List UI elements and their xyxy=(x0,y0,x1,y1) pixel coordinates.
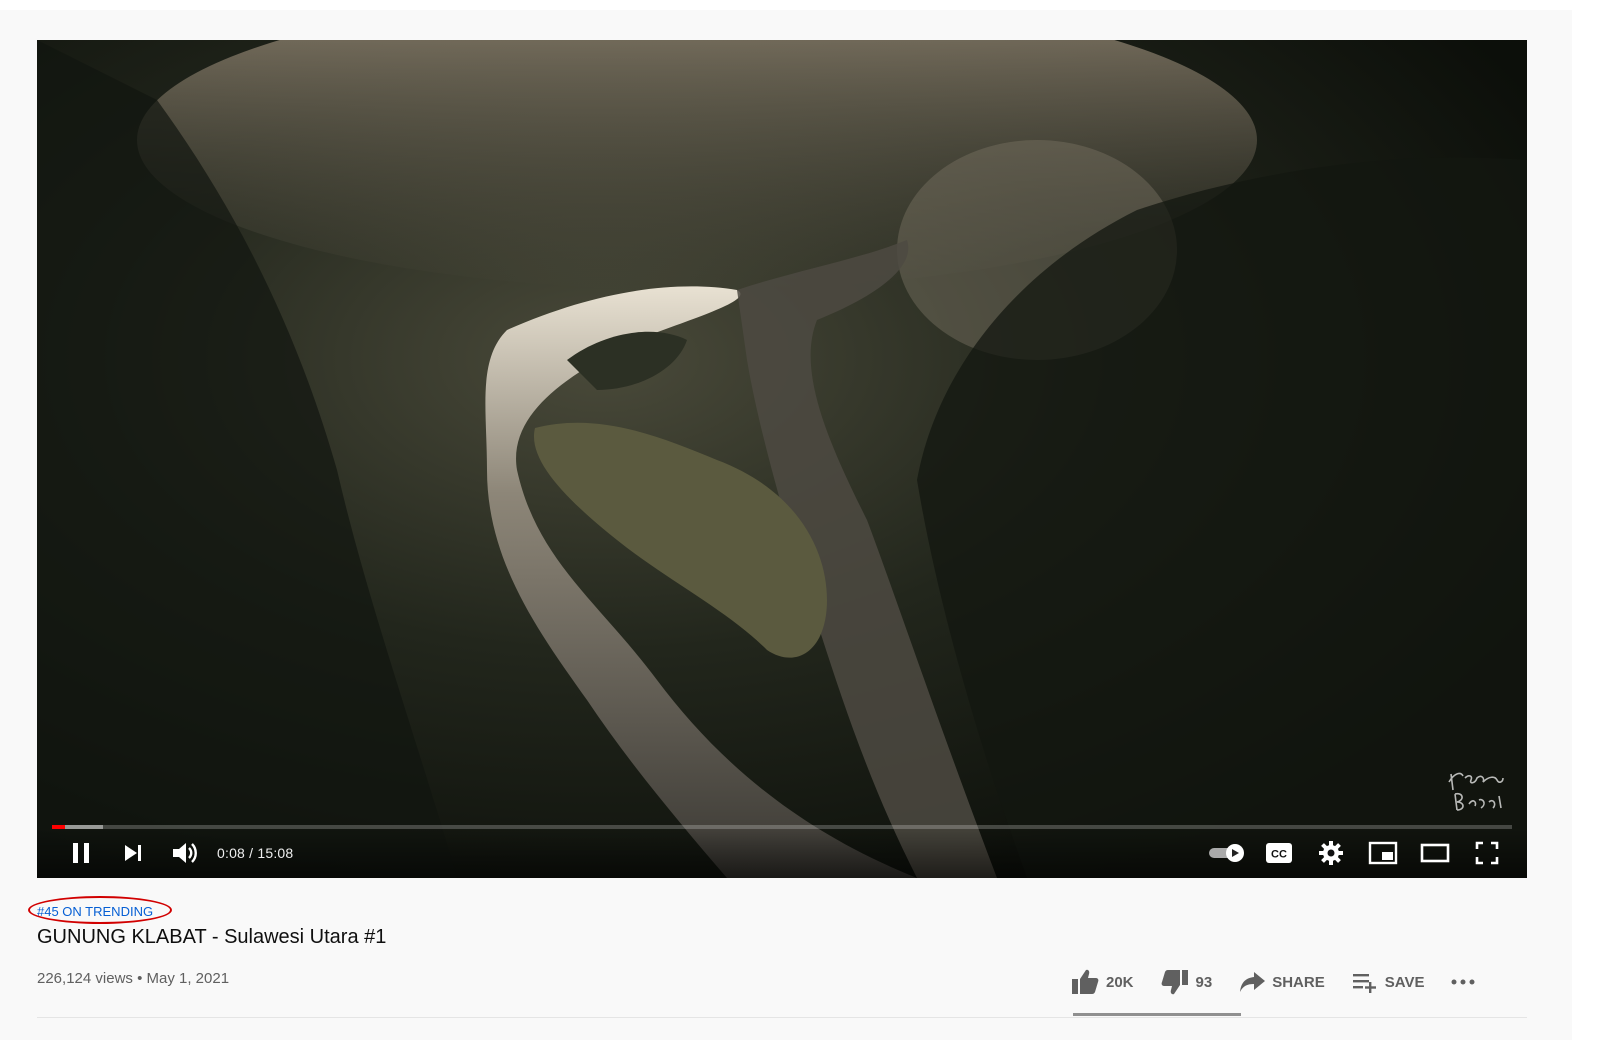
more-horiz-icon xyxy=(1451,979,1475,985)
volume-button[interactable] xyxy=(159,831,211,875)
video-frame xyxy=(37,40,1527,878)
player-controls: 0:08 / 15:08 CC xyxy=(37,828,1527,878)
time-separator: / xyxy=(245,845,258,861)
svg-text:CC: CC xyxy=(1271,849,1287,861)
time-current: 0:08 xyxy=(217,845,246,861)
save-label: SAVE xyxy=(1384,973,1425,991)
settings-icon xyxy=(1319,841,1343,865)
playlist-add-icon xyxy=(1352,974,1376,993)
miniplayer-icon xyxy=(1368,841,1398,865)
more-actions-button[interactable] xyxy=(1450,977,1476,987)
next-icon xyxy=(125,845,141,861)
time-total: 15:08 xyxy=(257,845,294,861)
share-button[interactable]: SHARE xyxy=(1238,970,1325,994)
pause-icon xyxy=(73,843,89,863)
next-button[interactable] xyxy=(107,831,159,875)
video-title: GUNUNG KLABAT - Sulawesi Utara #1 xyxy=(37,926,387,948)
save-button[interactable]: SAVE xyxy=(1351,970,1425,994)
theater-icon xyxy=(1420,843,1450,863)
upload-date: May 1, 2021 xyxy=(146,970,230,987)
action-bar: 20K 93 SHARE SAVE xyxy=(1070,962,1476,1002)
dislike-count: 93 xyxy=(1195,973,1213,991)
captions-icon: CC xyxy=(1266,843,1292,863)
time-display: 0:08 / 15:08 xyxy=(217,845,293,861)
dislike-button[interactable]: 93 xyxy=(1160,968,1213,996)
theater-mode-button[interactable] xyxy=(1409,831,1461,875)
captions-button[interactable]: CC xyxy=(1253,831,1305,875)
fullscreen-button[interactable] xyxy=(1461,831,1513,875)
thumbs-up-icon xyxy=(1072,969,1099,994)
like-count: 20K xyxy=(1106,973,1134,991)
share-icon xyxy=(1240,972,1266,992)
pause-button[interactable] xyxy=(55,831,107,875)
meta-separator: • xyxy=(132,970,147,987)
autoplay-toggle-icon xyxy=(1209,844,1244,862)
settings-button[interactable] xyxy=(1305,831,1357,875)
video-player[interactable]: 0:08 / 15:08 CC xyxy=(37,40,1527,878)
volume-icon xyxy=(173,843,197,863)
like-button[interactable]: 20K xyxy=(1070,968,1134,996)
thumbs-down-icon xyxy=(1161,970,1188,995)
watermark-signature xyxy=(1448,772,1504,811)
sentiment-bar xyxy=(1073,1013,1241,1016)
miniplayer-button[interactable] xyxy=(1357,831,1409,875)
autoplay-toggle[interactable] xyxy=(1201,831,1253,875)
divider xyxy=(37,1017,1527,1018)
view-count: 226,124 views xyxy=(37,970,133,987)
video-meta: 226,124 views • May 1, 2021 xyxy=(37,970,229,987)
share-label: SHARE xyxy=(1272,973,1325,991)
fullscreen-icon xyxy=(1475,841,1499,865)
trending-link[interactable]: #45 ON TRENDING xyxy=(37,904,153,919)
